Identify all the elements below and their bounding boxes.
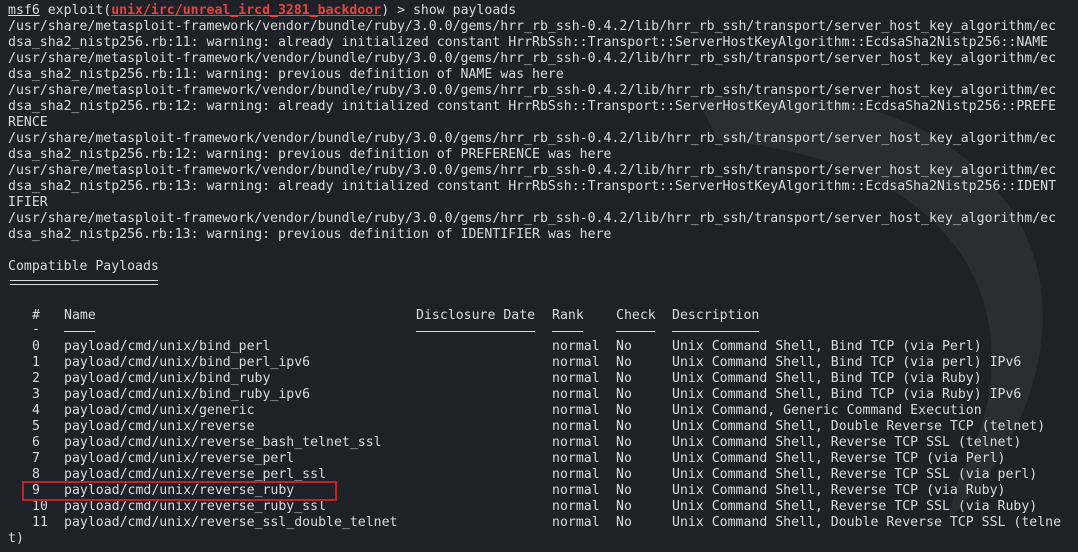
header-description: Description [672,308,760,323]
payload-name: payload/cmd/unix/bind_ruby_ipv6 [64,387,311,402]
row-number: 4 [32,403,40,418]
payload-name: payload/cmd/unix/bind_perl [64,339,271,354]
row-number: 0 [32,339,40,354]
payload-name: payload/cmd/unix/reverse_ssl_double_teln… [64,515,398,530]
row-number: 5 [32,419,40,434]
description: Unix Command Shell, Bind TCP (via Perl) [672,339,982,354]
check: No [616,339,632,354]
warning-line: /usr/share/metasploit-framework/vendor/b… [8,83,1057,98]
header-rank-underline [552,331,583,332]
prompt-module-name: unix/irc/unreal_ircd_3281_backdoor [111,3,382,18]
row-number: 2 [32,371,40,386]
row-number: 1 [32,355,40,370]
description: Unix Command Shell, Reverse TCP (via Rub… [672,483,1006,498]
warning-line: dsa_sha2_nistp256.rb:12: warning: alread… [8,99,1057,114]
rank: normal [552,419,600,434]
rank: normal [552,467,600,482]
prompt-exploit-word: exploit( [39,3,112,18]
description: Unix Command Shell, Reverse TCP (via Per… [672,451,1006,466]
row-number: 3 [32,387,40,402]
warning-line: dsa_sha2_nistp256.rb:13: warning: alread… [8,179,1057,194]
header-name: Name [64,308,96,323]
description: Unix Command Shell, Bind TCP (via Ruby) [672,371,982,386]
prompt-command: ) > show payloads [381,3,517,18]
check: No [616,403,632,418]
section-title-underline [10,280,158,281]
rank: normal [552,483,600,498]
header-disclosure-date: Disclosure Date [416,308,536,323]
rank: normal [552,435,600,450]
row-number: 10 [32,499,48,514]
warning-line: RENCE [8,115,48,130]
check: No [616,499,632,514]
description: Unix Command Shell, Reverse TCP SSL (via… [672,499,1038,514]
rank: normal [552,339,600,354]
check: No [616,451,632,466]
warning-line: dsa_sha2_nistp256.rb:11: warning: alread… [8,35,1049,50]
check: No [616,467,632,482]
warning-line: dsa_sha2_nistp256.rb:11: warning: previo… [8,67,564,82]
rank: normal [552,451,600,466]
payload-name: payload/cmd/unix/reverse [64,419,255,434]
rank: normal [552,355,600,370]
header-check: Check [616,308,656,323]
payload-name: payload/cmd/unix/generic [64,403,255,418]
rank: normal [552,403,600,418]
wrapped-description-tail: t) [8,531,24,546]
section-title-underline [10,284,158,285]
check: No [616,419,632,434]
rank: normal [552,499,600,514]
check: No [616,435,632,450]
payload-name: payload/cmd/unix/reverse_ruby_ssl [64,499,327,514]
warning-line: IFIER [8,195,48,210]
check: No [616,387,632,402]
description: Unix Command Shell, Bind TCP (via Ruby) … [672,387,1022,402]
description: Unix Command Shell, Double Reverse TCP S… [672,515,1062,530]
description: Unix Command Shell, Double Reverse TCP (… [672,419,1046,434]
row-number: 7 [32,451,40,466]
header-check-underline [616,331,655,332]
warning-line: dsa_sha2_nistp256.rb:12: warning: previo… [8,147,612,162]
row-number: 11 [32,515,48,530]
command-prompt-line: msf6 exploit(unix/irc/unreal_ircd_3281_b… [8,3,516,19]
highlight-annotation-box [22,481,337,501]
payload-name: payload/cmd/unix/bind_ruby [64,371,271,386]
warning-line: /usr/share/metasploit-framework/vendor/b… [8,163,1057,178]
rank: normal [552,387,600,402]
warning-line: /usr/share/metasploit-framework/vendor/b… [8,19,1057,34]
section-title: Compatible Payloads [8,259,159,274]
check: No [616,483,632,498]
payload-name: payload/cmd/unix/reverse_perl [64,451,295,466]
header-name-underline [64,331,95,332]
row-number: 6 [32,435,40,450]
description: Unix Command, Generic Command Execution [672,403,982,418]
terminal-window[interactable]: msf6 exploit(unix/irc/unreal_ircd_3281_b… [0,0,1078,552]
header-description-underline [672,331,759,332]
check: No [616,371,632,386]
warning-line: /usr/share/metasploit-framework/vendor/b… [8,51,1057,66]
header-rank: Rank [552,308,584,323]
header-num-underline: - [32,322,40,337]
warning-line: dsa_sha2_nistp256.rb:13: warning: previo… [8,227,612,242]
payload-name: payload/cmd/unix/reverse_bash_telnet_ssl [64,435,382,450]
description: Unix Command Shell, Reverse TCP SSL (tel… [672,435,1022,450]
warning-line: /usr/share/metasploit-framework/vendor/b… [8,131,1057,146]
payload-name: payload/cmd/unix/bind_perl_ipv6 [64,355,311,370]
rank: normal [552,371,600,386]
rank: normal [552,515,600,530]
description: Unix Command Shell, Bind TCP (via perl) … [672,355,1022,370]
check: No [616,355,632,370]
header-date-underline [416,331,535,332]
warning-line: /usr/share/metasploit-framework/vendor/b… [8,211,1057,226]
check: No [616,515,632,530]
prompt-prefix: msf6 [8,3,40,18]
description: Unix Command Shell, Reverse TCP SSL (via… [672,467,1038,482]
